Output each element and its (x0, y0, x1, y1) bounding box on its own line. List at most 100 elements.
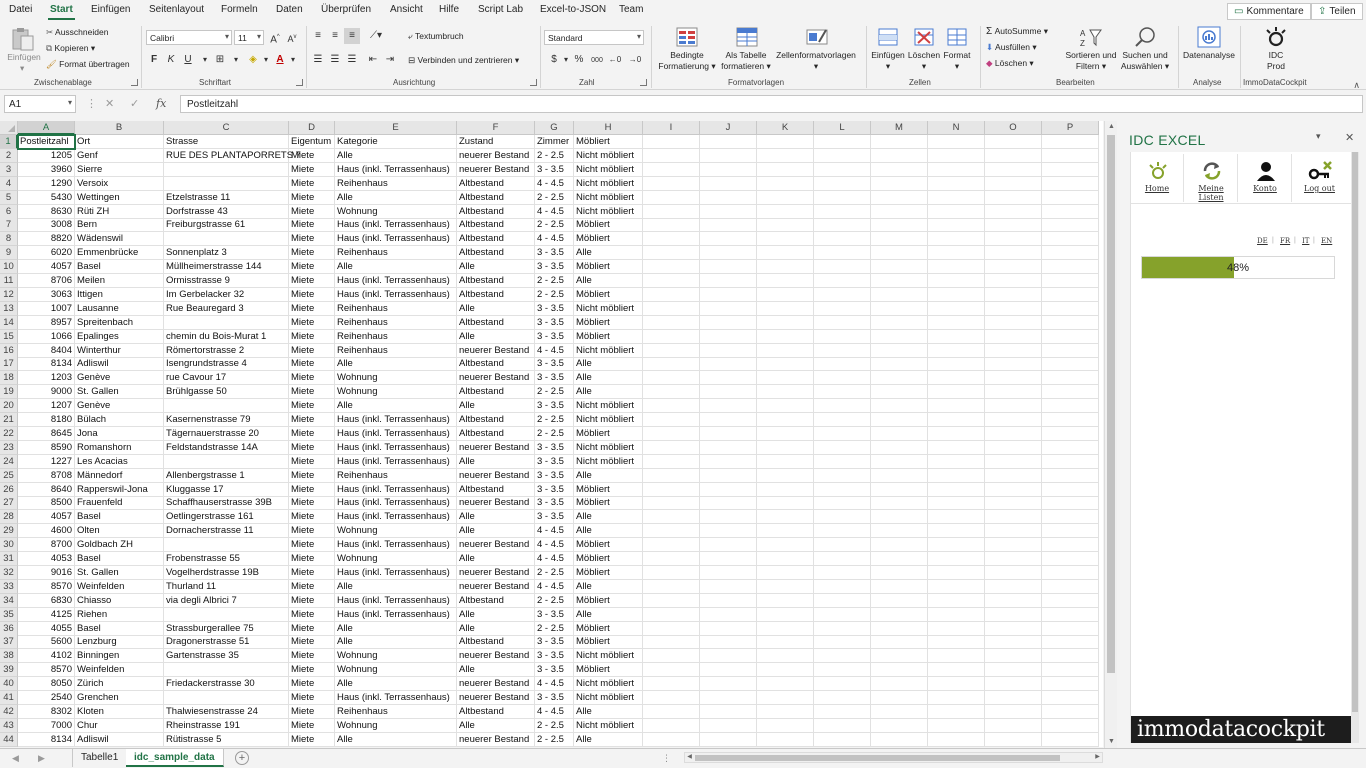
table-cell[interactable] (871, 510, 928, 525)
row-header[interactable]: 11 (0, 274, 18, 288)
table-cell[interactable] (871, 635, 928, 650)
table-cell[interactable] (1042, 704, 1099, 719)
table-cell[interactable] (985, 607, 1042, 622)
table-cell[interactable]: Nicht möbliert (574, 176, 643, 191)
table-cell[interactable]: Epalinges (75, 329, 164, 344)
table-cell[interactable]: 4 - 4.5 (535, 524, 574, 539)
table-cell[interactable] (814, 148, 871, 163)
table-cell[interactable]: 2 - 2.5 (535, 593, 574, 608)
table-cell[interactable] (928, 315, 985, 330)
table-cell[interactable] (871, 579, 928, 594)
border-dropdown-icon[interactable]: ▾ (228, 52, 244, 68)
pane-close-icon[interactable]: ✕ (1345, 131, 1354, 144)
table-cell[interactable]: Rheinstrasse 191 (164, 718, 289, 733)
table-cell[interactable]: 2540 (18, 691, 75, 705)
table-cell[interactable] (928, 524, 985, 539)
table-cell[interactable] (1042, 162, 1099, 177)
row-header[interactable]: 5 (0, 190, 18, 205)
table-cell[interactable]: Miete (289, 510, 335, 525)
row-header[interactable]: 20 (0, 399, 18, 414)
table-cell[interactable] (643, 315, 700, 330)
table-cell[interactable]: 1007 (18, 301, 75, 316)
table-cell[interactable]: 2 - 2.5 (535, 218, 574, 233)
table-cell[interactable]: Reihenhaus (335, 329, 457, 344)
header-cell[interactable]: Zimmer (535, 135, 574, 149)
font-launcher[interactable] (296, 79, 303, 86)
table-cell[interactable]: Alle (574, 510, 643, 525)
table-cell[interactable]: Reihenhaus (335, 468, 457, 483)
table-cell[interactable] (700, 190, 757, 205)
nav-log-out[interactable]: Log out (1293, 154, 1346, 202)
table-cell[interactable]: Isengrundstrasse 4 (164, 357, 289, 372)
header-cell[interactable]: Strasse (164, 135, 289, 149)
horizontal-scroll-thumb[interactable] (695, 755, 1060, 761)
table-cell[interactable]: neuerer Bestand (457, 468, 535, 483)
align-center-icon[interactable]: ☰ (327, 52, 343, 68)
table-cell[interactable] (985, 663, 1042, 678)
row-header[interactable]: 44 (0, 732, 18, 747)
table-cell[interactable] (985, 426, 1042, 441)
table-cell[interactable] (985, 246, 1042, 261)
table-cell[interactable]: 4057 (18, 260, 75, 275)
table-cell[interactable]: Miete (289, 704, 335, 719)
pane-scrollbar[interactable] (1351, 152, 1359, 743)
table-cell[interactable]: 1227 (18, 454, 75, 469)
align-bottom-icon[interactable]: ≡ (344, 28, 360, 44)
shrink-font-icon[interactable]: Av (284, 29, 300, 45)
table-cell[interactable] (643, 232, 700, 247)
table-cell[interactable]: Friedackerstrasse 30 (164, 677, 289, 692)
table-cell[interactable]: Adliswil (75, 357, 164, 372)
table-cell[interactable] (1042, 218, 1099, 233)
paste-button[interactable]: Einfügen (4, 52, 44, 63)
table-cell[interactable] (757, 538, 814, 553)
table-cell[interactable] (700, 718, 757, 733)
table-cell[interactable] (1042, 232, 1099, 247)
column-header-o[interactable]: O (985, 121, 1042, 135)
table-cell[interactable]: 2 - 2.5 (535, 274, 574, 288)
header-cell[interactable] (1042, 135, 1099, 149)
table-cell[interactable] (1042, 691, 1099, 705)
table-cell[interactable] (814, 357, 871, 372)
table-cell[interactable]: Alle (574, 371, 643, 386)
table-cell[interactable] (871, 371, 928, 386)
table-cell[interactable]: 3 - 3.5 (535, 663, 574, 678)
italic-button[interactable]: K (163, 52, 179, 68)
table-cell[interactable] (814, 621, 871, 636)
row-header[interactable]: 14 (0, 315, 18, 330)
lang-en[interactable]: EN (1321, 237, 1332, 245)
lang-de[interactable]: DE (1257, 237, 1268, 245)
table-cell[interactable] (757, 704, 814, 719)
table-cell[interactable]: Altbestand (457, 218, 535, 233)
table-cell[interactable]: Miete (289, 413, 335, 427)
data-analysis-button[interactable]: Datenanalyse (1180, 50, 1238, 61)
table-cell[interactable]: RUE DES PLANTAPORRETS 7 (164, 148, 301, 163)
table-cell[interactable] (985, 440, 1042, 455)
format-as-table-icon[interactable] (735, 26, 759, 48)
column-header-f[interactable]: F (457, 121, 535, 135)
table-cell[interactable]: 3 - 3.5 (535, 399, 574, 414)
name-box[interactable]: A1 (4, 95, 76, 113)
table-cell[interactable]: Alle (335, 399, 457, 414)
table-cell[interactable] (700, 329, 757, 344)
row-header[interactable]: 10 (0, 260, 18, 275)
table-cell[interactable] (871, 343, 928, 358)
table-cell[interactable]: Wohnung (335, 663, 457, 678)
table-cell[interactable]: Nicht möbliert (574, 691, 643, 705)
table-cell[interactable] (1042, 426, 1099, 441)
row-header[interactable]: 35 (0, 607, 18, 622)
row-header[interactable]: 38 (0, 649, 18, 664)
table-cell[interactable] (1042, 413, 1099, 427)
table-cell[interactable]: Miete (289, 260, 335, 275)
table-cell[interactable]: neuerer Bestand (457, 343, 535, 358)
table-cell[interactable]: 8500 (18, 496, 75, 511)
table-cell[interactable] (700, 565, 757, 580)
table-cell[interactable] (164, 232, 289, 247)
insert-cells-button[interactable]: Einfügen ▾ (868, 50, 908, 72)
table-cell[interactable]: Miete (289, 635, 335, 650)
table-cell[interactable]: Nicht möbliert (574, 148, 643, 163)
table-cell[interactable] (700, 621, 757, 636)
table-cell[interactable]: Wohnung (335, 718, 457, 733)
column-header-h[interactable]: H (574, 121, 643, 135)
table-cell[interactable] (928, 343, 985, 358)
next-sheet-icon[interactable]: ▶ (38, 753, 45, 764)
